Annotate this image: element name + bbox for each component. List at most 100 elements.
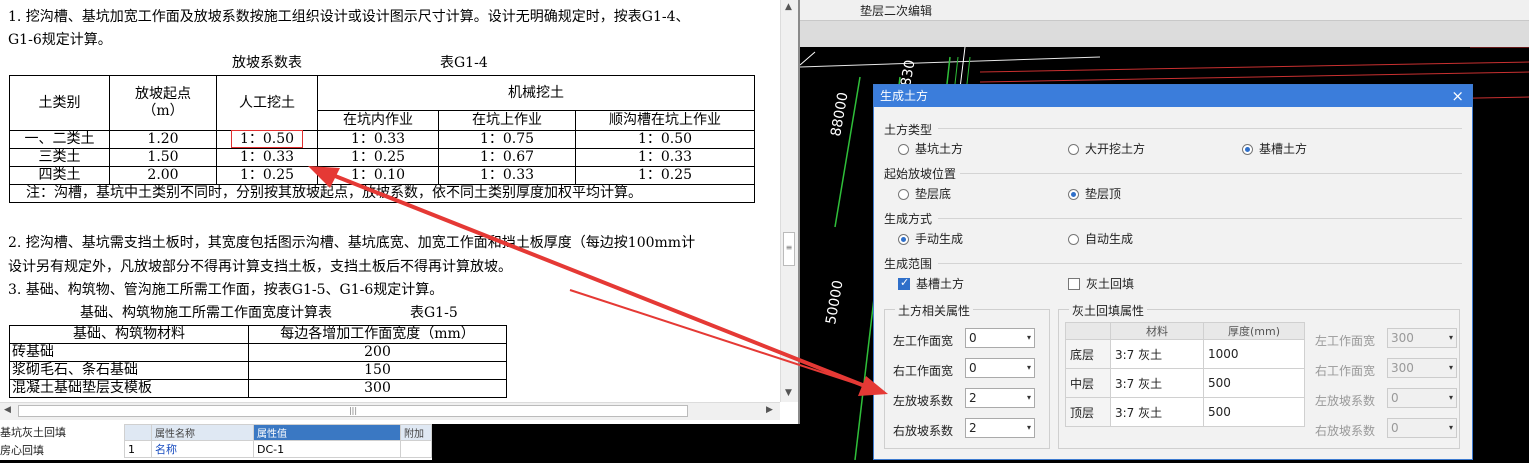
cell-material[interactable]: 3:7 灰土	[1110, 397, 1204, 427]
cell-on-pit: 1：0.33	[438, 166, 576, 185]
chevron-down-icon: ▾	[1448, 363, 1453, 372]
property-table: 属性名称 属性值 附加 1 名称 DC-1	[124, 424, 432, 458]
table1-caption: 放坡系数表	[232, 55, 302, 71]
radio-off-icon	[1068, 144, 1079, 155]
cell-start: 2.00	[109, 166, 217, 185]
field-label: 右放坡系数	[893, 424, 954, 438]
document-viewer: 1. 挖沟槽、基坑加宽工作面及放坡系数按施工组织设计或设计图示尺寸计算。设计无明…	[0, 0, 800, 424]
grid-line-red	[979, 71, 1529, 83]
cell-along: 1：0.33	[575, 148, 755, 167]
field-label: 右工作面宽	[893, 364, 954, 378]
option-label: 基槽土方	[916, 277, 965, 291]
left-slope-select[interactable]: 2 ▾	[965, 388, 1035, 408]
column-header-value: 属性值	[253, 424, 401, 441]
radio-pit-earthwork[interactable]: 基坑土方	[898, 140, 963, 157]
paragraph-3: 3. 基础、构筑物、管沟施工所需工作面，按表G1-5、G1-6规定计算。	[8, 282, 444, 298]
table-row: 混凝土基础垫层支模板 300	[9, 379, 507, 398]
table-header-row: 材料 厚度(mm)	[1065, 322, 1306, 340]
table-row[interactable]: 中层 3:7 灰土 500	[1065, 368, 1306, 398]
table-header-row: 土类别 放坡起点 （m） 人工挖土 机械挖土	[9, 75, 755, 131]
right-work-width-select[interactable]: 0 ▾	[965, 358, 1035, 378]
checkbox-lime-fill[interactable]: 灰土回填	[1068, 275, 1134, 292]
radio-cushion-top[interactable]: 垫层顶	[1068, 185, 1121, 202]
table-row: 砖基础 200	[9, 343, 507, 362]
divider	[960, 173, 1462, 174]
list-item[interactable]: 房心回填	[0, 442, 120, 460]
cell-start: 1.50	[109, 148, 217, 167]
cell-layer: 底层	[1065, 339, 1111, 369]
table-row[interactable]: 顶层 3:7 灰土 500	[1065, 397, 1306, 427]
group-earthwork-type: 土方类型	[884, 123, 933, 137]
cell-soil: 一、二类土	[9, 130, 110, 149]
field-label: 左工作面宽	[1315, 334, 1376, 348]
list-item[interactable]: 基坑灰土回填	[0, 424, 120, 442]
header-slope-start-l1: 放坡起点	[135, 86, 191, 102]
lime-fill-layer-table: 材料 厚度(mm) 底层 3:7 灰土 1000 中层 3:7 灰土 500 顶…	[1065, 322, 1306, 427]
scroll-down-icon[interactable]: ▼	[785, 388, 792, 398]
checkbox-trench-earthwork[interactable]: 基槽土方	[898, 275, 964, 292]
cell-on-pit: 1：0.67	[438, 148, 576, 167]
hscroll-thumb[interactable]: |||	[18, 405, 688, 417]
radio-cushion-bottom[interactable]: 垫层底	[898, 185, 951, 202]
fill-right-slope-select[interactable]: 0 ▾	[1387, 418, 1457, 438]
chevron-down-icon: ▾	[1448, 423, 1453, 432]
fill-right-work-width-select[interactable]: 300 ▾	[1387, 358, 1457, 378]
header-slope-start: 放坡起点 （m）	[109, 75, 217, 131]
radio-auto-generate[interactable]: 自动生成	[1068, 230, 1133, 247]
divider	[938, 128, 1462, 129]
cushion-secondary-edit-button[interactable]: 垫层二次编辑	[860, 2, 932, 19]
radio-manual-generate[interactable]: 手动生成	[898, 230, 963, 247]
left-work-width-select[interactable]: 0 ▾	[965, 328, 1035, 348]
row-number: 1	[124, 440, 152, 458]
table-row: 三类土 1.50 1：0.33 1：0.25 1：0.67 1：0.33	[9, 148, 755, 167]
option-label: 基槽土方	[1259, 142, 1308, 156]
radio-open-excavation[interactable]: 大开挖土方	[1068, 140, 1145, 157]
select-value: 0	[1391, 421, 1399, 435]
horizontal-scrollbar[interactable]: ◀ ||| ▶	[0, 402, 780, 420]
vertical-scrollbar[interactable]: ▲ ≡ ▼	[780, 0, 798, 402]
header-slope-start-l2: （m）	[142, 103, 184, 119]
close-icon[interactable]: ×	[1451, 87, 1464, 105]
cell-thickness[interactable]: 500	[1202, 368, 1306, 398]
dialog-title-bar[interactable]: 生成土方	[874, 85, 1472, 107]
table-header-row: 属性名称 属性值 附加	[124, 424, 432, 441]
fill-left-work-width-select[interactable]: 300 ▾	[1387, 328, 1457, 348]
cell-thickness[interactable]: 1000	[1202, 339, 1306, 369]
cell-thickness[interactable]: 500	[1202, 397, 1306, 427]
cell-on-pit: 1：0.75	[438, 130, 576, 149]
table-row: 浆砌毛石、条石基础 150	[9, 361, 507, 380]
chevron-down-icon: ▾	[1448, 333, 1453, 342]
option-label: 灰土回填	[1086, 277, 1135, 291]
option-label: 垫层底	[915, 187, 952, 201]
grid-line-red	[979, 61, 1529, 73]
divider	[938, 218, 1462, 219]
row-extra[interactable]	[400, 440, 432, 458]
radio-trench-earthwork[interactable]: 基槽土方	[1242, 140, 1307, 157]
cell-material[interactable]: 3:7 灰土	[1110, 339, 1204, 369]
scroll-thumb[interactable]: ≡	[783, 232, 795, 266]
header-soil-type: 土类别	[9, 75, 110, 131]
table-row[interactable]: 1 名称 DC-1	[124, 440, 432, 458]
highlighted-value: 1：0.50	[230, 130, 304, 148]
scroll-up-icon[interactable]: ▲	[785, 2, 792, 12]
cell-in-pit: 1：0.10	[317, 166, 439, 185]
group-generation-range: 生成范围	[884, 257, 933, 271]
right-slope-select[interactable]: 2 ▾	[965, 418, 1035, 438]
option-label: 手动生成	[915, 232, 964, 246]
row-value[interactable]: DC-1	[253, 440, 401, 458]
group-legend: 灰土回填属性	[1069, 302, 1148, 319]
chevron-down-icon: ▾	[1026, 423, 1031, 432]
table-row[interactable]: 底层 3:7 灰土 1000	[1065, 339, 1306, 369]
component-list: 基坑灰土回填 房心回填	[0, 424, 120, 460]
table-note: 注：沟槽，基坑中土类别不同时，分别按其放坡起点，放坡系数，依不同土类别厚度加权平…	[9, 184, 755, 203]
paragraph-1-line-2: G1-6规定计算。	[8, 32, 112, 48]
cell-material[interactable]: 3:7 灰土	[1110, 368, 1204, 398]
cad-toolbar: 垫层二次编辑	[800, 0, 1529, 21]
fill-left-slope-select[interactable]: 0 ▾	[1387, 388, 1457, 408]
select-value: 0	[969, 361, 977, 375]
group-legend: 土方相关属性	[895, 302, 974, 319]
scroll-right-icon[interactable]: ▶	[766, 405, 773, 415]
select-value: 2	[969, 421, 977, 435]
group-slope-start: 起始放坡位置	[884, 167, 957, 181]
scroll-left-icon[interactable]: ◀	[4, 405, 11, 415]
